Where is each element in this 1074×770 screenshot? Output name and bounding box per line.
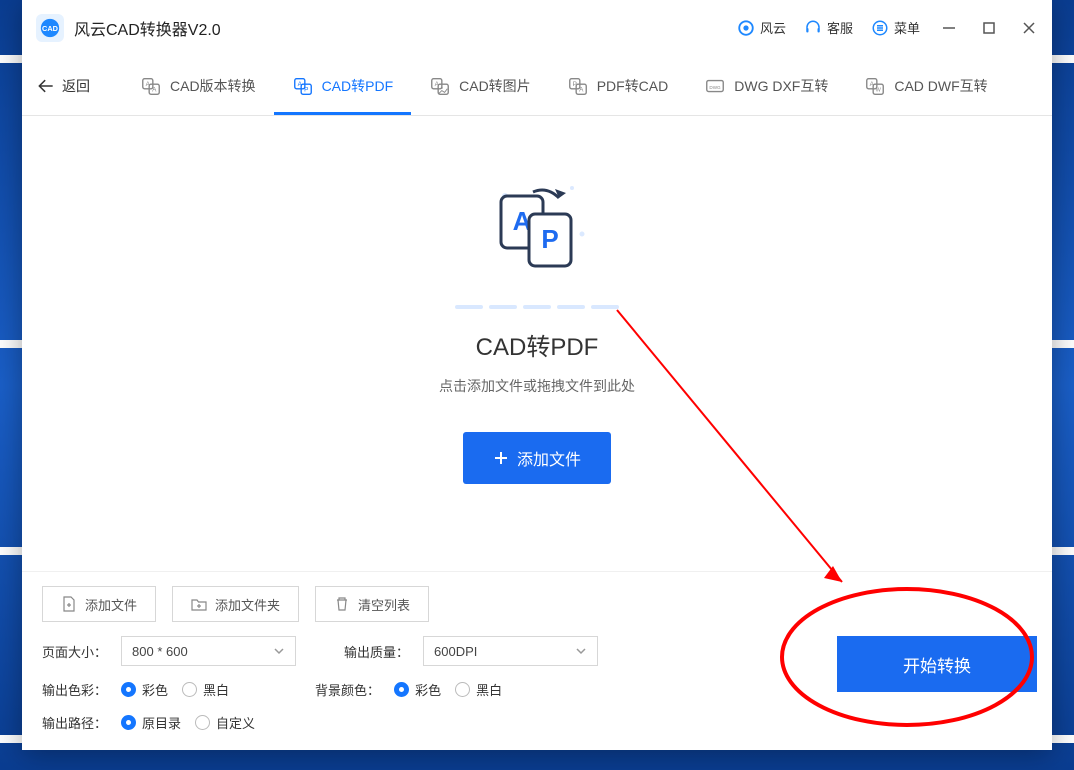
cad-version-icon: AA (140, 75, 162, 97)
tab-cad-version[interactable]: AA CAD版本转换 (122, 56, 274, 115)
drop-area[interactable]: A P CAD转PDF 点击添加文件或拖拽文件到此处 添加文件 (22, 116, 1052, 571)
app-title: 风云CAD转换器V2.0 (74, 16, 221, 40)
bg-color-radio-color[interactable]: 彩色 (394, 680, 441, 699)
svg-text:CAD: CAD (42, 23, 58, 32)
back-button[interactable]: 返回 (32, 76, 102, 96)
page-size-select[interactable]: 800 * 600 (121, 636, 296, 666)
tab-dwg-dxf[interactable]: DWG DWG DXF互转 (686, 56, 846, 115)
titlebar: CAD 风云CAD转换器V2.0 风云 客服 菜单 (22, 0, 1052, 56)
page-size-label: 页面大小： (42, 642, 107, 661)
chevron-down-icon (273, 645, 285, 657)
close-button[interactable] (1018, 17, 1040, 39)
tab-pdf-to-cad[interactable]: PA PDF转CAD (549, 56, 687, 115)
output-path-radio-custom[interactable]: 自定义 (195, 713, 255, 732)
clear-list-button[interactable]: 清空列表 (315, 586, 429, 622)
menu-link[interactable]: 菜单 (871, 18, 920, 37)
tabstrip: 返回 AA CAD版本转换 AP CAD转PDF A CAD转图片 PA PDF… (22, 56, 1052, 116)
svg-text:P: P (541, 224, 558, 254)
svg-text:W: W (876, 87, 882, 93)
tab-cad-dwf[interactable]: AW CAD DWF互转 (846, 56, 1005, 115)
arrow-left-icon (36, 76, 56, 96)
bg-color-label: 背景颜色： (315, 680, 380, 699)
brand-icon (737, 19, 755, 37)
output-quality-label: 输出质量： (344, 642, 409, 661)
support-link[interactable]: 客服 (804, 18, 853, 37)
menu-icon (871, 19, 889, 37)
bg-color-radio-bw[interactable]: 黑白 (455, 680, 502, 699)
maximize-button[interactable] (978, 17, 1000, 39)
output-quality-select[interactable]: 600DPI (423, 636, 598, 666)
cad-to-pdf-icon: AP (292, 75, 314, 97)
svg-text:P: P (304, 86, 308, 93)
minimize-button[interactable] (938, 17, 960, 39)
footer-panel: 添加文件 添加文件夹 清空列表 页面大小： 800 * 600 输出质量： (22, 571, 1052, 750)
headset-icon (804, 19, 822, 37)
output-color-radio-bw[interactable]: 黑白 (182, 680, 229, 699)
pdf-to-cad-icon: PA (567, 75, 589, 97)
output-color-radio-color[interactable]: 彩色 (121, 680, 168, 699)
brand-link[interactable]: 风云 (737, 18, 786, 37)
cad-dwf-icon: AW (864, 75, 886, 97)
svg-text:A: A (152, 86, 157, 93)
add-file-button[interactable]: 添加文件 (463, 432, 611, 484)
start-convert-button[interactable]: 开始转换 (837, 636, 1037, 692)
decorative-dashes (455, 305, 619, 309)
file-plus-icon (61, 596, 77, 612)
svg-text:DWG: DWG (710, 84, 722, 89)
tab-cad-to-image[interactable]: A CAD转图片 (411, 56, 549, 115)
cad-to-image-icon: A (429, 75, 451, 97)
folder-plus-icon (191, 596, 207, 612)
output-path-radio-original[interactable]: 原目录 (121, 713, 181, 732)
chevron-down-icon (575, 645, 587, 657)
trash-icon (334, 596, 350, 612)
svg-text:A: A (579, 86, 584, 93)
output-path-label: 输出路径： (42, 713, 107, 732)
drop-hint: 点击添加文件或拖拽文件到此处 (439, 376, 635, 396)
plus-icon (493, 450, 509, 466)
cad-pdf-illustration-icon: A P (477, 174, 597, 289)
drop-title: CAD转PDF (476, 327, 599, 362)
dwg-dxf-icon: DWG (704, 75, 726, 97)
app-logo-icon: CAD (36, 14, 64, 42)
footer-add-file-button[interactable]: 添加文件 (42, 586, 156, 622)
tab-cad-to-pdf[interactable]: AP CAD转PDF (274, 56, 412, 115)
footer-add-folder-button[interactable]: 添加文件夹 (172, 586, 299, 622)
output-color-label: 输出色彩： (42, 680, 107, 699)
app-window: CAD 风云CAD转换器V2.0 风云 客服 菜单 返回 (22, 0, 1052, 750)
